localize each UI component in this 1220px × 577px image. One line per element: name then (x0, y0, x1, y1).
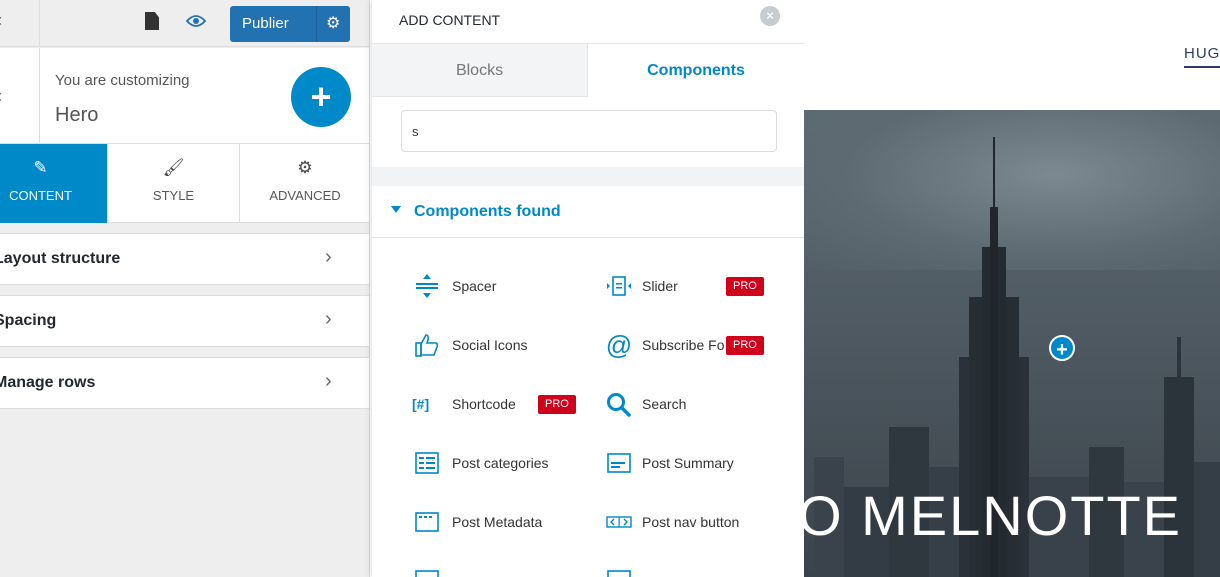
search-icon (607, 393, 631, 417)
close-customizer-button[interactable]: ‹ (0, 0, 40, 47)
shortcode-icon: [#] (412, 396, 430, 412)
tab-label: STYLE (152, 188, 195, 203)
accordion-spacing[interactable]: Spacing › (0, 295, 369, 347)
post-icon (415, 570, 439, 577)
component-label: Post nav button (642, 514, 740, 530)
accordion-layout-structure[interactable]: Layout structure › (0, 233, 369, 285)
customizer-topbar: ‹ Publier ⚙ (0, 0, 369, 47)
hero-sky (804, 110, 1220, 270)
search-area (372, 97, 804, 167)
add-content-panel: ADD CONTENT × Blocks Components Componen… (372, 0, 804, 577)
gears-icon: ⚙ (297, 158, 313, 177)
publish-button[interactable]: Publier ⚙ (230, 6, 350, 42)
component-social-icons[interactable]: Social Icons (412, 331, 592, 361)
component-post-metadata[interactable]: Post Metadata (412, 508, 592, 538)
hero-title: O MELNOTTE (804, 484, 1183, 547)
panel-tabs: ✎ CONTENT 🖌 STYLE ⚙ ADVANCED (0, 144, 369, 223)
post-nav-icon (606, 516, 632, 528)
components-found-label: Components found (414, 203, 561, 220)
search-input[interactable] (401, 110, 777, 152)
pro-badge: PRO (726, 277, 764, 296)
chevron-right-icon: › (325, 370, 332, 392)
component-post-nav-button[interactable]: Post nav button (604, 508, 784, 538)
tab-label: CONTENT (9, 188, 72, 203)
skyline-building (1194, 462, 1220, 577)
component-spacer[interactable]: Spacer (412, 272, 592, 302)
component-label: Post categories (452, 455, 549, 471)
component-label: Post Summary (642, 455, 734, 471)
document-icon[interactable] (145, 12, 159, 30)
component-subscribe-form[interactable]: @ Subscribe Fo PRO (604, 331, 784, 361)
post-icon (607, 570, 631, 577)
component-post-categories[interactable]: Post categories (412, 449, 592, 479)
section-gap (372, 167, 804, 186)
component-search[interactable]: Search (604, 390, 784, 420)
pro-badge: PRO (538, 395, 576, 414)
component-partial[interactable] (412, 569, 442, 577)
accordion-label: Spacing (0, 312, 57, 329)
hero-section[interactable]: + O MELNOTTE (804, 110, 1220, 577)
customizing-subtitle: You are customizing (55, 72, 190, 89)
site-preview: HUG + O MELNOTTE (804, 0, 1220, 577)
customizing-title: Hero (55, 104, 99, 126)
tab-advanced[interactable]: ⚙ ADVANCED (240, 144, 369, 223)
component-label: Post Metadata (452, 514, 543, 530)
component-label: Social Icons (452, 337, 528, 353)
tab-blocks[interactable]: Blocks (372, 44, 588, 97)
chevron-right-icon: › (325, 246, 332, 268)
eye-icon[interactable] (186, 14, 206, 28)
chevron-right-icon: › (325, 308, 332, 330)
chevron-left-icon: ‹ (0, 86, 2, 106)
component-partial[interactable] (604, 569, 634, 577)
tab-components[interactable]: Components (588, 44, 804, 97)
slider-icon (607, 276, 631, 296)
close-icon[interactable]: × (760, 6, 780, 26)
component-label: Slider (642, 278, 678, 294)
component-label: Spacer (452, 278, 497, 294)
thumbs-up-icon (415, 334, 439, 357)
component-slider[interactable]: Slider PRO (604, 272, 784, 302)
component-label: Search (642, 396, 687, 412)
at-sign-icon: @ (605, 330, 633, 360)
tab-label: ADVANCED (269, 188, 341, 203)
accordion-manage-rows[interactable]: Manage rows › (0, 357, 369, 409)
spacer-icon (416, 274, 438, 298)
add-content-title: ADD CONTENT (399, 12, 501, 28)
brush-icon: 🖌 (162, 158, 185, 177)
add-content-button[interactable]: + (291, 67, 351, 127)
component-post-summary[interactable]: Post Summary (604, 449, 784, 479)
customizing-header: ‹ You are customizing Hero + (0, 48, 369, 144)
add-content-header: ADD CONTENT × (372, 0, 804, 44)
accordion-label: Manage rows (0, 374, 96, 391)
component-label: Shortcode (452, 396, 516, 412)
post-categories-icon (415, 452, 439, 474)
components-found-header[interactable]: Components found (372, 186, 804, 238)
accordion-label: Layout structure (0, 250, 121, 267)
publish-label: Publier (242, 15, 289, 32)
post-summary-icon (607, 453, 631, 473)
component-label: Subscribe Fo (642, 337, 725, 353)
post-metadata-icon (415, 512, 439, 532)
nav-link[interactable]: HUG (1184, 45, 1220, 68)
close-icon: ‹ (0, 10, 2, 30)
tab-style[interactable]: 🖌 STYLE (108, 144, 240, 223)
gear-icon[interactable]: ⚙ (326, 13, 340, 33)
pro-badge: PRO (726, 336, 764, 355)
publish-separator (316, 6, 317, 42)
pencil-icon: ✎ (33, 158, 48, 177)
back-button[interactable]: ‹ (0, 48, 40, 144)
component-shortcode[interactable]: [#] Shortcode PRO (412, 390, 592, 420)
plus-icon: + (310, 76, 332, 117)
add-element-icon[interactable]: + (1049, 335, 1075, 361)
caret-down-icon (391, 206, 401, 213)
tab-content[interactable]: ✎ CONTENT (0, 144, 108, 223)
customizer-panel: ‹ Publier ⚙ ‹ You are customizing Hero +… (0, 0, 370, 577)
